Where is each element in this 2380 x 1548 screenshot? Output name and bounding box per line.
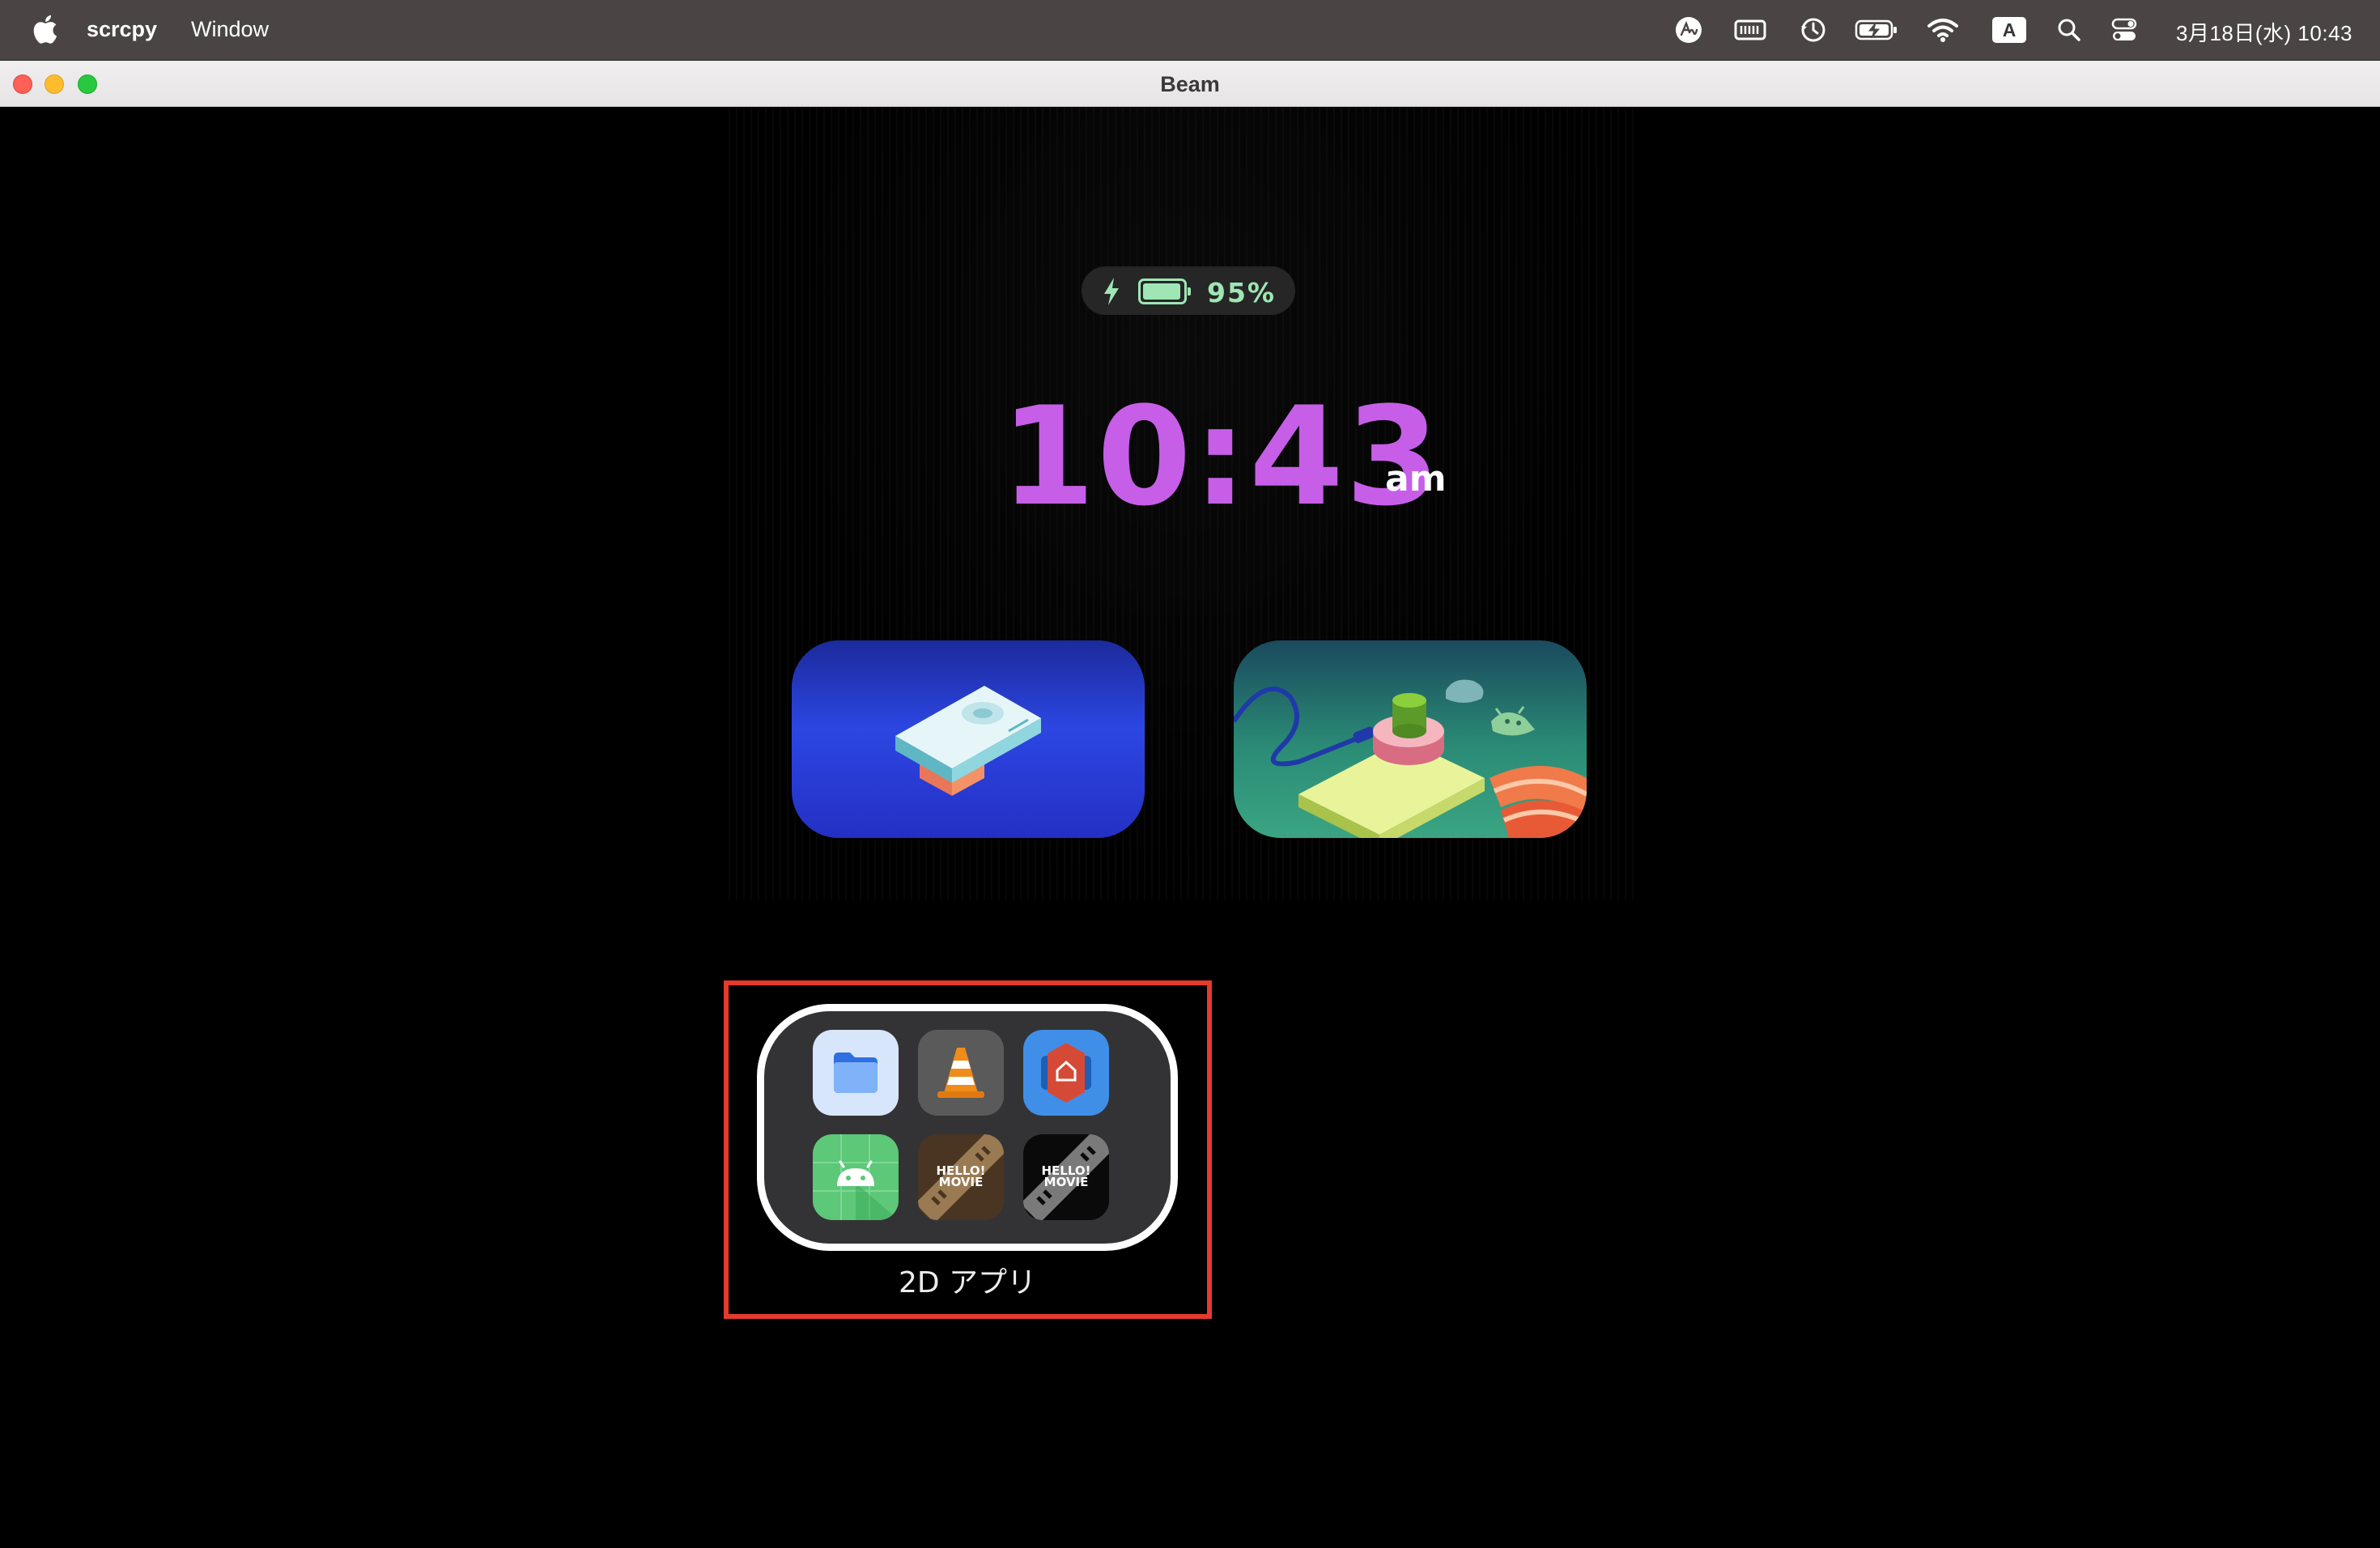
battery-charging-icon[interactable] — [1854, 0, 1899, 60]
window-menu[interactable]: Window — [191, 17, 269, 42]
app-name-menu[interactable]: scrcpy — [87, 17, 157, 42]
window-title: Beam — [1160, 72, 1220, 96]
app-folder[interactable]: HELLO! MOVIE HELLO! MOVIE — [757, 1004, 1178, 1251]
battery-status-pill: 95% — [1082, 266, 1295, 315]
battery-fill — [1143, 283, 1180, 300]
battery-percent: 95% — [1207, 277, 1276, 308]
traffic-cone-icon[interactable] — [918, 1030, 1004, 1116]
window-titlebar[interactable]: Beam — [0, 61, 2380, 107]
input-mode-label: A — [1992, 17, 2026, 43]
home-hex-icon[interactable] — [1023, 1030, 1109, 1116]
control-center-icon[interactable] — [2108, 0, 2140, 60]
projector-widget[interactable] — [792, 640, 1145, 838]
projector-illustration — [895, 686, 1041, 796]
charging-bolt-icon — [1104, 278, 1119, 305]
folder-icon[interactable] — [813, 1030, 899, 1116]
hello-movie-icon[interactable]: HELLO! MOVIE — [918, 1134, 1004, 1220]
spotlight-search-icon[interactable] — [2053, 0, 2085, 60]
keyboard-icon[interactable] — [1732, 0, 1768, 60]
android-scene-illustration — [1234, 679, 1587, 838]
time-machine-icon[interactable] — [1796, 0, 1831, 60]
folder-label[interactable]: 2D アプリ — [757, 1259, 1178, 1301]
android-xr-widget[interactable] — [1234, 640, 1587, 838]
input-source-icon[interactable]: A — [1990, 0, 2029, 60]
wifi-icon[interactable] — [1923, 0, 1962, 60]
lockscreen-clock: 10:43 — [1001, 377, 1442, 536]
apple-menu-icon[interactable] — [31, 13, 58, 45]
menu-bar: scrcpy Window A 3月18日(水) 10:43 — [0, 0, 2380, 60]
lockscreen-ampm: am — [1385, 458, 1447, 500]
menubar-clock[interactable]: 3月18日(水) 10:43 — [2176, 17, 2352, 47]
battery-icon — [1138, 279, 1191, 304]
hello-movie-icon[interactable]: HELLO! MOVIE — [1023, 1134, 1109, 1220]
hello-movie-label-2: HELLO! MOVIE — [1041, 1163, 1091, 1189]
handwriting-icon[interactable] — [1671, 0, 1706, 60]
hello-movie-label-1: HELLO! MOVIE — [936, 1163, 986, 1189]
device-screen[interactable] — [0, 107, 2380, 1548]
android-robot-icon[interactable] — [813, 1134, 899, 1220]
